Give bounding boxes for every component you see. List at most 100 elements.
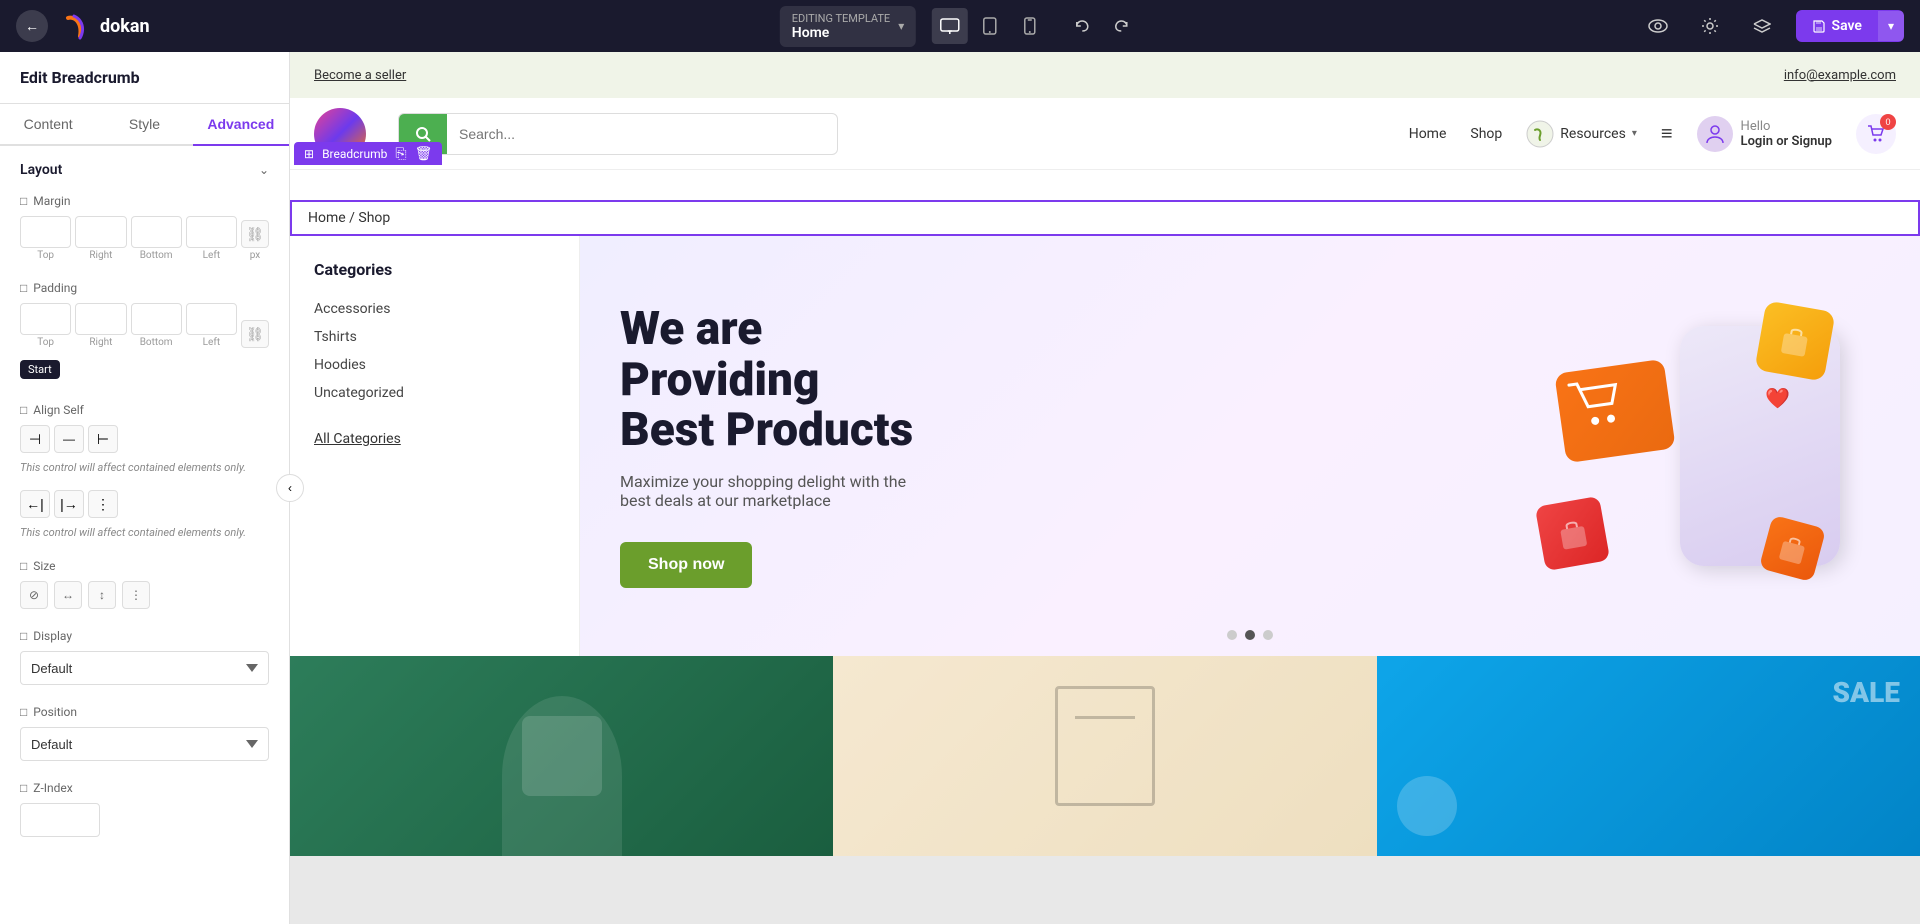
align-self-hint: This control will affect contained eleme…: [20, 461, 269, 474]
padding-right-input[interactable]: [75, 303, 126, 335]
back-button[interactable]: ←: [16, 10, 48, 42]
padding-left-input[interactable]: [186, 303, 237, 335]
carousel-dot-2[interactable]: [1245, 630, 1255, 640]
template-selector[interactable]: EDITING TEMPLATE Home ▾: [780, 6, 916, 47]
breadcrumb-bar[interactable]: Home / Shop: [290, 200, 1920, 236]
list-item[interactable]: Uncategorized: [314, 379, 555, 407]
breadcrumb-delete-button[interactable]: 🗑: [415, 145, 433, 162]
collapse-panel-button[interactable]: ‹: [276, 474, 304, 502]
panel-header: Edit Breadcrumb: [0, 52, 289, 104]
size-buttons: ⊘ ↔ ↕ ⋮: [20, 581, 269, 609]
save-label: Save: [1832, 18, 1862, 34]
user-hello: Hello: [1741, 119, 1832, 134]
search-bar: [398, 113, 838, 155]
nav-home-link[interactable]: Home: [1409, 126, 1447, 142]
position-select[interactable]: Default: [20, 727, 269, 761]
preview-nav: Home Shop Resources ▾ ≡ Hello: [290, 98, 1920, 170]
carousel-dot-1[interactable]: [1227, 630, 1237, 640]
all-categories-link[interactable]: All Categories: [314, 431, 555, 447]
tab-content[interactable]: Content: [0, 104, 96, 144]
order-left-button[interactable]: ←|: [20, 490, 50, 518]
align-self-section: □ Align Self ⊣ — ⊢ This control will aff…: [20, 403, 269, 474]
margin-bottom-input[interactable]: [131, 216, 182, 248]
zindex-icon: □: [20, 781, 27, 795]
panel-content: Layout ⌄ □ Margin Top Right: [0, 146, 289, 924]
preview-button[interactable]: [1640, 8, 1676, 44]
product-card-2[interactable]: [833, 656, 1376, 856]
search-input[interactable]: [447, 118, 837, 150]
become-seller-link[interactable]: Become a seller: [314, 68, 406, 83]
order-field-group: ←| |→ ⋮ This control will affect contain…: [20, 490, 269, 539]
layout-section-title: Layout: [20, 162, 62, 178]
position-label: □ Position: [20, 705, 269, 719]
settings-button[interactable]: [1692, 8, 1728, 44]
left-panel: Edit Breadcrumb Content Style Advanced L…: [0, 52, 290, 924]
layout-chevron-icon: ⌄: [259, 163, 269, 177]
user-area[interactable]: Hello Login or Signup: [1697, 116, 1832, 152]
save-button-group[interactable]: Save ▾: [1796, 10, 1904, 42]
size-horizontal-button[interactable]: ↔: [54, 581, 82, 609]
align-right-button[interactable]: ⊢: [88, 425, 118, 453]
align-self-icon: □: [20, 403, 27, 417]
tab-style[interactable]: Style: [96, 104, 192, 144]
size-vertical-button[interactable]: ↕: [88, 581, 116, 609]
size-more-button[interactable]: ⋮: [122, 581, 150, 609]
padding-top-label: Top: [37, 337, 54, 348]
breadcrumb-grid-icon: ⊞: [304, 147, 314, 161]
padding-link-button[interactable]: ⛓: [241, 320, 269, 348]
list-item[interactable]: Tshirts: [314, 323, 555, 351]
order-right-button[interactable]: |→: [54, 490, 84, 518]
hero-banner: We are Providing Best Products Maximize …: [580, 236, 1920, 656]
order-more-button[interactable]: ⋮: [88, 490, 118, 518]
padding-bottom-input[interactable]: [131, 303, 182, 335]
list-item[interactable]: Accessories: [314, 295, 555, 323]
logo-text: dokan: [100, 16, 150, 37]
preview-topbar: Become a seller info@example.com: [290, 52, 1920, 98]
margin-left-input[interactable]: [186, 216, 237, 248]
bag-yellow-icon: [1754, 300, 1835, 381]
redo-button[interactable]: [1104, 8, 1140, 44]
display-icon: □: [20, 629, 27, 643]
device-mobile-button[interactable]: [1012, 8, 1048, 44]
breadcrumb-copy-button[interactable]: ⎘: [395, 145, 406, 162]
list-item[interactable]: Hoodies: [314, 351, 555, 379]
display-field-group: □ Display Default: [20, 629, 269, 685]
shop-now-button[interactable]: Shop now: [620, 542, 752, 588]
layers-button[interactable]: [1744, 8, 1780, 44]
margin-link-button[interactable]: ⛓: [241, 220, 269, 248]
contact-email-link[interactable]: info@example.com: [1784, 68, 1896, 83]
margin-top-input[interactable]: [20, 216, 71, 248]
panel-title: Edit Breadcrumb: [20, 68, 269, 87]
history-buttons: [1064, 8, 1140, 44]
save-main-button[interactable]: Save: [1796, 10, 1878, 42]
display-select[interactable]: Default: [20, 651, 269, 685]
size-auto-button[interactable]: ⊘: [20, 581, 48, 609]
device-desktop-button[interactable]: [932, 8, 968, 44]
margin-label: □ Margin: [20, 194, 269, 208]
margin-right-input[interactable]: [75, 216, 126, 248]
align-left-button[interactable]: ⊣: [20, 425, 50, 453]
layout-section-header[interactable]: Layout ⌄: [20, 162, 269, 178]
padding-top-input[interactable]: [20, 303, 71, 335]
resources-button[interactable]: Resources ▾: [1526, 120, 1637, 148]
cart-icon: [1554, 359, 1675, 463]
hamburger-menu-icon[interactable]: ≡: [1661, 121, 1673, 146]
nav-shop-link[interactable]: Shop: [1470, 126, 1502, 142]
zindex-input[interactable]: [20, 803, 100, 837]
tab-advanced[interactable]: Advanced: [193, 104, 289, 146]
carousel-dot-3[interactable]: [1263, 630, 1273, 640]
padding-field-group: □ Padding Top Right Bottom: [20, 281, 269, 383]
device-tablet-button[interactable]: [972, 8, 1008, 44]
cart-button[interactable]: 0: [1856, 114, 1896, 154]
padding-label: □ Padding: [20, 281, 269, 295]
save-dropdown-button[interactable]: ▾: [1878, 11, 1904, 41]
product-card-1[interactable]: [290, 656, 833, 856]
tabs-row: Content Style Advanced: [0, 104, 289, 146]
avatar: [1697, 116, 1733, 152]
align-center-button[interactable]: —: [54, 425, 84, 453]
product-card-3[interactable]: SALE: [1377, 656, 1920, 856]
products-row: SALE: [290, 656, 1920, 856]
undo-button[interactable]: [1064, 8, 1100, 44]
hero-subtext: Maximize your shopping delight with the …: [620, 472, 940, 510]
user-text: Hello Login or Signup: [1741, 119, 1832, 149]
